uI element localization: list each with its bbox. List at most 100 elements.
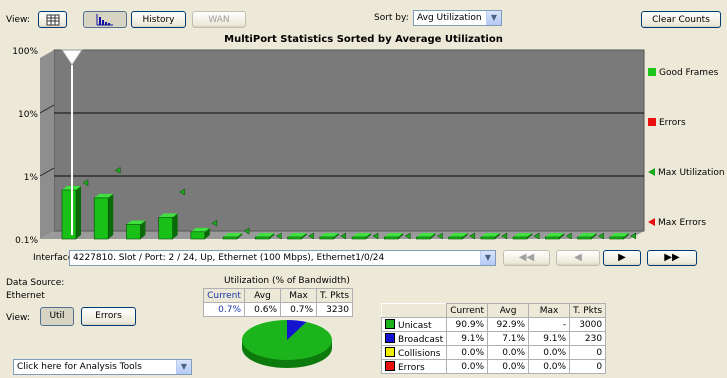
row-label: Collisions [380,345,448,360]
legend-label: Max Errors [658,218,707,228]
legend-item: Max Utilization [648,168,725,178]
table-cell: 0 [569,345,607,360]
row-label: Unicast [380,317,448,332]
fast-forward-icon: ▶▶ [664,252,680,263]
table-row: Broadcast 9.1% 7.1% 9.1% 230 [380,331,607,346]
data-source-label: Data Source: [6,278,65,288]
errors-view-button[interactable]: Errors [81,307,136,326]
color-swatch-icon [385,318,395,329]
bar-chart: 100% 10% 1% 0.1% [12,47,645,246]
previous-button[interactable]: ◀ [556,250,600,266]
bar [416,236,431,240]
utilization-header: Current [203,288,245,303]
bar [383,236,399,240]
table-view-button[interactable] [38,11,67,28]
bar [351,236,367,240]
row-label: Errors [380,359,448,374]
table-icon [46,14,59,26]
next-button[interactable]: ▶ [603,250,641,266]
bar [190,231,206,240]
table-cell: 3000 [569,317,607,332]
row-label-text: Broadcast [398,334,444,345]
utilization-header: Max [280,288,317,303]
first-button[interactable]: ◀◀ [503,250,550,266]
frame-stats-header: Avg [487,303,530,318]
table-cell: - [528,317,571,332]
legend-triangle-icon [648,218,655,226]
bar [545,236,560,240]
y-tick-label: 1% [24,173,39,183]
table-row: Errors 0.0% 0.0% 0.0% 0 [380,359,607,374]
frame-stats-header: Max [528,303,571,318]
row-label-text: Unicast [398,320,432,331]
analysis-tools-select[interactable]: Click here for Analysis Tools ▼ [13,359,192,375]
legend-label: Max Utilization [658,168,725,178]
bar-chart-icon [96,14,113,26]
bar [158,217,173,240]
bar [512,236,528,240]
color-swatch-icon [385,360,395,371]
plot-back-wall [53,49,645,232]
next-icon: ▶ [618,252,626,263]
table-cell: 9.1% [528,331,571,346]
bar [61,189,77,240]
bar [609,236,625,240]
bar [287,236,302,240]
legend-triangle-icon [648,168,655,176]
bar [577,236,592,240]
frame-stats-header: T. Pkts [569,303,607,318]
bar [480,236,496,240]
bar [448,236,463,240]
row-label-text: Errors [398,362,425,373]
table-cell: 0.0% [487,359,530,374]
sort-select[interactable]: Avg Utilization ▼ [413,10,502,26]
table-row: Collisions 0.0% 0.0% 0.0% 0 [380,345,607,360]
utilization-title: Utilization (% of Bandwidth) [224,276,350,286]
table-cell: 0 [569,359,607,374]
chevron-down-icon: ▼ [480,251,495,265]
legend-label: Good Frames [659,68,719,78]
legend-item: Good Frames [648,68,718,78]
y-tick-label: 0.1% [15,236,38,246]
frame-stats-table: Current Avg Max T. Pkts Unicast 90.9% 92.9… [380,303,607,374]
table-cell: 9.1% [446,331,489,346]
table-cell: 0.0% [446,345,489,360]
table-cell: 7.1% [487,331,530,346]
bar [93,197,109,240]
sort-select-value: Avg Utilization [417,13,482,23]
legend-square-icon [648,118,656,126]
bar [222,236,238,240]
chevron-down-icon: ▼ [176,360,191,374]
bar-side [108,193,114,239]
utilization-table: Current Avg Max T. Pkts 0.7% 0.6% 0.7% 3… [203,288,354,317]
table-cell: 0.0% [528,345,571,360]
y-tick-label: 100% [12,47,38,57]
frame-stats-header: Current [446,303,489,318]
row-label-text: Collisions [398,348,441,359]
data-source-value: Ethernet [6,291,45,301]
sort-label: Sort by: [374,13,409,23]
history-button[interactable]: History [131,11,186,28]
utilization-max: 0.7% [280,302,317,317]
table-row: Unicast 90.9% 92.9% -3000 [380,317,607,332]
utilization-avg: 0.6% [244,302,281,317]
last-button[interactable]: ▶▶ [647,250,697,266]
utilization-header: Avg [244,288,281,303]
bar [255,236,270,240]
bar-side [172,213,178,239]
chart-view-button[interactable] [83,11,127,28]
color-swatch-icon [385,346,395,357]
utilization-current: 0.7% [203,302,245,317]
legend-square-icon [648,68,656,76]
legend-label: Errors [659,118,686,128]
analysis-tools-value: Click here for Analysis Tools [17,362,142,372]
previous-icon: ◀ [574,252,582,263]
chevron-down-icon: ▼ [486,11,501,25]
interface-select-value: 4227810. Slot / Port: 2 / 24, Up, Ethern… [73,253,385,263]
interface-select[interactable]: 4227810. Slot / Port: 2 / 24, Up, Ethern… [69,250,496,266]
table-cell: 0.0% [487,345,530,360]
wan-button[interactable]: WAN [192,11,246,28]
clear-counts-button[interactable]: Clear Counts [641,11,721,28]
plot-side-wall [40,50,54,239]
util-button[interactable]: Util [40,307,74,326]
